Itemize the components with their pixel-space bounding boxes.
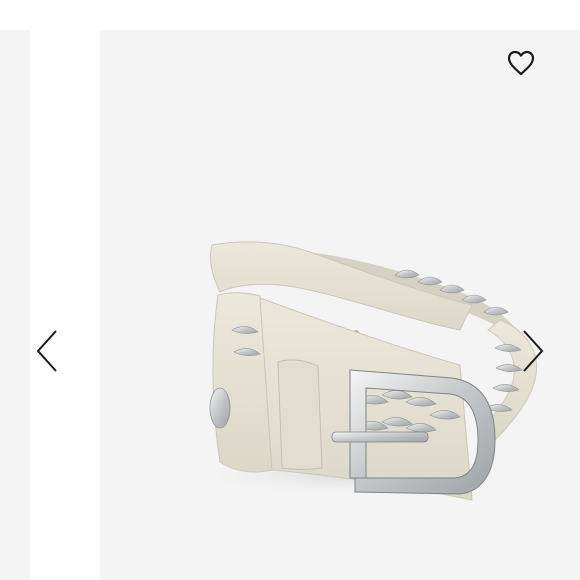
heart-outline-icon xyxy=(507,50,535,76)
belt-product-image xyxy=(180,241,538,501)
chevron-left-icon xyxy=(36,330,57,372)
previous-slide-peek[interactable] xyxy=(0,30,30,580)
product-image-slide xyxy=(100,30,580,580)
next-image-button[interactable] xyxy=(518,326,548,376)
previous-image-button[interactable] xyxy=(32,326,62,376)
product-image-carousel xyxy=(0,0,580,580)
chevron-right-icon xyxy=(523,330,544,372)
wishlist-button[interactable] xyxy=(505,47,537,79)
